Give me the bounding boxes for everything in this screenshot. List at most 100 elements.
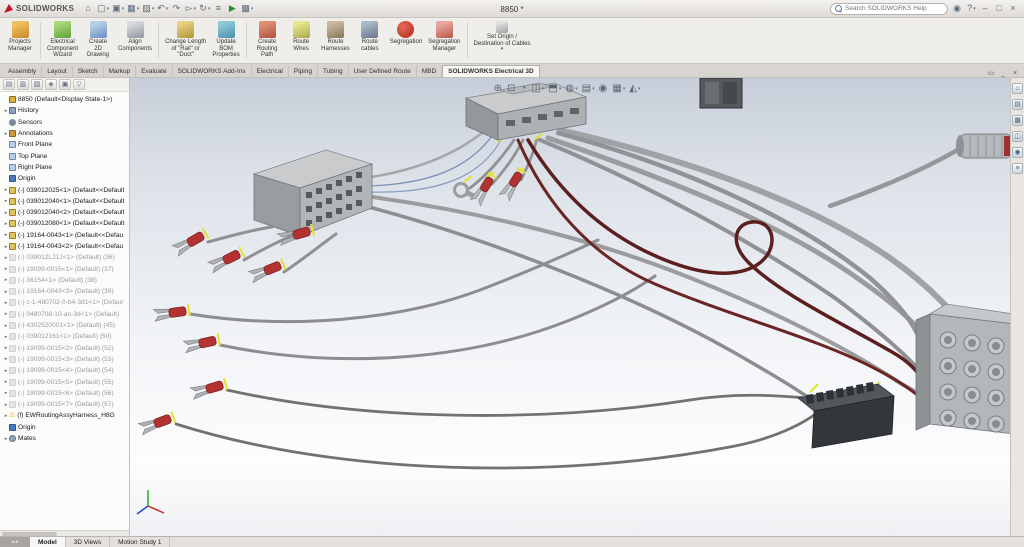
- ribbon-button[interactable]: [467, 22, 468, 59]
- graphics-viewport[interactable]: ⊕ ⊡ ◔ ◫ ▾: [130, 78, 1010, 536]
- appearances-scenes-icon[interactable]: ◉: [1012, 147, 1023, 158]
- home-icon[interactable]: ⌂: [82, 2, 95, 16]
- view-palette-icon[interactable]: ◫: [1012, 131, 1023, 142]
- tree-item[interactable]: ▸ (-) 4302520001<1> (Default) (45): [0, 320, 129, 331]
- tree-item[interactable]: ▸ History: [0, 105, 129, 116]
- hide-show-items-icon[interactable]: ▤ ▾: [582, 83, 595, 94]
- tree-item[interactable]: ▸ (-) 36154<1> (Default) (38): [0, 275, 129, 286]
- command-tab[interactable]: MBD: [417, 66, 442, 77]
- display-style-icon[interactable]: ◍ ▾: [565, 83, 577, 94]
- custom-properties-icon[interactable]: ≡: [1012, 163, 1023, 174]
- close-icon[interactable]: ×: [1007, 2, 1020, 16]
- tree-item[interactable]: ▸ Mates: [0, 433, 129, 444]
- tree-item[interactable]: ▸ (-) c-1-480702-0-b4-3d1<1> (Defaul: [0, 297, 129, 308]
- featuremanager-tree-icon[interactable]: ▤: [3, 79, 15, 90]
- apply-scene-icon[interactable]: ▦ ▾: [612, 83, 625, 94]
- zoom-area-icon[interactable]: ⊡: [507, 83, 516, 94]
- tree-item[interactable]: ▸ (-) 19164-0043<1> (Default<<Defau: [0, 230, 129, 241]
- command-tab[interactable]: SOLIDWORKS Electrical 3D: [442, 65, 540, 77]
- rebuild-icon[interactable]: ↻ ▾: [198, 2, 211, 16]
- ribbon-button[interactable]: [158, 22, 159, 59]
- tree-item[interactable]: ▸ (-) 039012040<2> (Default<<Default: [0, 207, 129, 218]
- connector-black-top[interactable]: [700, 78, 742, 108]
- command-tab[interactable]: Sketch: [73, 66, 104, 77]
- doc-close-icon[interactable]: ×: [1010, 70, 1020, 77]
- tree-item[interactable]: ▸ (-) 19099-0015<4> (Default) (54): [0, 365, 129, 376]
- section-view-icon[interactable]: ◫ ▾: [531, 83, 544, 94]
- route-cables-button[interactable]: Route cables: [353, 19, 387, 62]
- tree-item[interactable]: ▸ (-) 19099-0015<7> (Default) (57): [0, 399, 129, 410]
- filter-icon[interactable]: ▽: [73, 79, 85, 90]
- tree-item[interactable]: ▸ (-) 039012080<1> (Default<<Default: [0, 218, 129, 229]
- tab-scroll-buttons[interactable]: ◂◂: [0, 537, 30, 547]
- connector-round-pins[interactable]: [916, 304, 1010, 434]
- align-components-button[interactable]: Align Components: [115, 19, 155, 62]
- save-icon[interactable]: ▦ ▾: [126, 2, 140, 16]
- select-icon[interactable]: ▻ ▾: [184, 2, 197, 16]
- undo-icon[interactable]: ↶ ▾: [156, 2, 169, 16]
- options-icon[interactable]: ▩ ▾: [240, 2, 254, 16]
- design-library-icon[interactable]: ▤: [1012, 99, 1023, 110]
- edit-appearance-icon[interactable]: ◉: [599, 83, 609, 94]
- tree-item[interactable]: ▸ (-) 19099-0015<3> (Default) (53): [0, 354, 129, 365]
- electrical-component-wizard-button[interactable]: Electrical Component Wizard: [44, 19, 81, 62]
- command-tab[interactable]: User Defined Route: [349, 66, 417, 77]
- tree-item[interactable]: ▸ (-) 039012040<1> (Default<<Default: [0, 196, 129, 207]
- route-harnesses-button[interactable]: Route Harnesses: [318, 19, 353, 62]
- tree-item[interactable]: Origin: [0, 422, 129, 433]
- command-tab[interactable]: Markup: [104, 66, 137, 77]
- scrollbar-thumb[interactable]: [2, 532, 57, 536]
- tree-item[interactable]: ▸ (-) 039012161<1> (Default) (50): [0, 331, 129, 342]
- restore-icon[interactable]: □: [993, 2, 1006, 16]
- displaymanager-icon[interactable]: ▣: [59, 79, 71, 90]
- tree-item[interactable]: ▸ (-) 19099-0015<2> (Default) (52): [0, 343, 129, 354]
- ribbon-button[interactable]: [40, 22, 41, 59]
- set-origin-destination-button[interactable]: Set Origin / Destination of Cables ▾: [471, 19, 534, 62]
- file-explorer-icon[interactable]: ▦: [1012, 115, 1023, 126]
- tree-item[interactable]: ▸ (-) 19164-0043<2> (Default<<Defau: [0, 241, 129, 252]
- command-tab[interactable]: Piping: [289, 66, 318, 77]
- connector-left[interactable]: [254, 150, 372, 236]
- dimxpertmanager-icon[interactable]: ◈: [45, 79, 57, 90]
- tree-item[interactable]: ▸ Annotations: [0, 128, 129, 139]
- doc-restore-icon[interactable]: ▭: [986, 69, 996, 77]
- command-tab[interactable]: Evaluate: [136, 66, 172, 77]
- tree-item[interactable]: ▸ (-) 0480708-10-an-3d<1> (Default): [0, 309, 129, 320]
- view-settings-icon[interactable]: ◭ ▾: [629, 83, 640, 94]
- file-properties-icon[interactable]: ≡: [212, 2, 225, 16]
- zoom-fit-icon[interactable]: ⊕: [494, 83, 503, 94]
- tree-item[interactable]: Top Plane: [0, 150, 129, 161]
- print-icon[interactable]: ▨ ▾: [141, 2, 155, 16]
- search-input[interactable]: [845, 5, 943, 12]
- minimize-icon[interactable]: –: [979, 2, 992, 16]
- connector-cylindrical[interactable]: [956, 134, 1010, 158]
- tree-item[interactable]: 8850 (Default<Display State-1>): [0, 94, 129, 105]
- create-routing-path-button[interactable]: Create Routing Path: [250, 19, 284, 62]
- panel-horizontal-scrollbar[interactable]: [0, 530, 129, 536]
- update-bom-properties-button[interactable]: Update BOM Properties: [209, 19, 243, 62]
- user-login-icon[interactable]: ◉: [951, 2, 964, 16]
- tree-item[interactable]: ▸ (-) 19099-0015<1> (Default) (37): [0, 263, 129, 274]
- command-tab[interactable]: Assembly: [3, 66, 42, 77]
- tree-item[interactable]: ▸ (-) 039012025<1> (Default<<Default: [0, 184, 129, 195]
- tree-item[interactable]: Origin: [0, 173, 129, 184]
- tree-item[interactable]: Right Plane: [0, 162, 129, 173]
- tree-item[interactable]: ▸ (-) 19164-0043<3> (Default) (39): [0, 286, 129, 297]
- study-tab[interactable]: Motion Study 1: [110, 537, 170, 547]
- solidworks-resources-icon[interactable]: ⌂: [1012, 83, 1023, 94]
- tree-item[interactable]: ▸ ⚠ (f) EWRoutingAssyHarness_H8G: [0, 410, 129, 421]
- command-tab[interactable]: Layout: [42, 66, 73, 77]
- open-icon[interactable]: ▣ ▾: [111, 2, 125, 16]
- view-orientation-icon[interactable]: ⬒ ▾: [548, 83, 561, 94]
- play-icon[interactable]: ▶: [226, 2, 239, 16]
- ribbon-button[interactable]: [246, 22, 247, 59]
- search-box[interactable]: [830, 3, 948, 15]
- segregation-button[interactable]: Segregation: [387, 19, 425, 62]
- route-wires-button[interactable]: Route Wires: [284, 19, 318, 62]
- doc-minimize-icon[interactable]: _: [998, 70, 1008, 77]
- command-tab[interactable]: SOLIDWORKS Add-Ins: [173, 66, 252, 77]
- propertymanager-icon[interactable]: ▥: [17, 79, 29, 90]
- configurationmanager-icon[interactable]: ▧: [31, 79, 43, 90]
- tree-item[interactable]: ▸ (-) 039012L21J<1> (Default) (36): [0, 252, 129, 263]
- tree-item[interactable]: Front Plane: [0, 139, 129, 150]
